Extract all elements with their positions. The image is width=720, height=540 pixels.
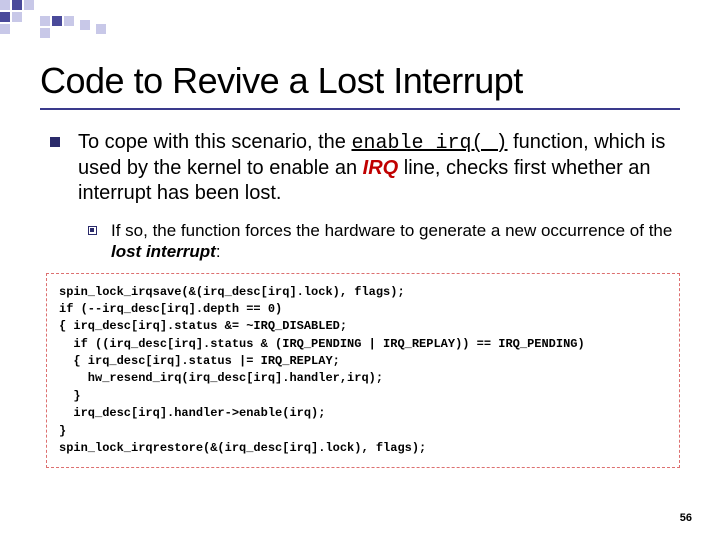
deco-square — [80, 20, 90, 30]
code-line: } — [59, 388, 667, 405]
emphasis-red: IRQ — [363, 157, 399, 179]
deco-square — [0, 24, 10, 34]
deco-square — [40, 28, 50, 38]
deco-square — [0, 0, 10, 10]
deco-square — [24, 0, 34, 10]
deco-square — [40, 16, 50, 26]
code-line: { irq_desc[irq].status |= IRQ_REPLAY; — [59, 353, 667, 370]
deco-square — [12, 12, 22, 22]
code-line: { irq_desc[irq].status &= ~IRQ_DISABLED; — [59, 318, 667, 335]
deco-square — [64, 16, 74, 26]
corner-decoration — [0, 0, 140, 40]
sub-bullet-text: If so, the function forces the hardware … — [111, 220, 680, 263]
text-fragment: : — [216, 242, 221, 261]
code-line: if ((irq_desc[irq].status & (IRQ_PENDING… — [59, 336, 667, 353]
deco-square — [12, 0, 22, 10]
bullet-item: To cope with this scenario, the enable_i… — [50, 130, 680, 206]
emphasis-italic: lost interrupt — [111, 242, 216, 261]
slide-content: To cope with this scenario, the enable_i… — [50, 130, 680, 468]
code-line: } — [59, 423, 667, 440]
page-number: 56 — [680, 512, 692, 524]
deco-square — [52, 16, 62, 26]
bullet-text: To cope with this scenario, the enable_i… — [78, 130, 680, 206]
code-block: spin_lock_irqsave(&(irq_desc[irq].lock),… — [46, 273, 680, 469]
text-fragment: If so, the function forces the hardware … — [111, 221, 672, 240]
hollow-square-bullet-icon — [88, 226, 97, 235]
code-line: if (--irq_desc[irq].depth == 0) — [59, 301, 667, 318]
deco-square — [0, 12, 10, 22]
code-line: spin_lock_irqrestore(&(irq_desc[irq].loc… — [59, 440, 667, 457]
title-underline — [40, 108, 680, 110]
deco-square — [96, 24, 106, 34]
code-line: spin_lock_irqsave(&(irq_desc[irq].lock),… — [59, 284, 667, 301]
sub-bullet-item: If so, the function forces the hardware … — [88, 220, 680, 263]
slide-title: Code to Revive a Lost Interrupt — [40, 60, 680, 102]
square-bullet-icon — [50, 137, 60, 147]
code-function-name: enable_irq( ) — [351, 132, 507, 155]
code-line: hw_resend_irq(irq_desc[irq].handler,irq)… — [59, 370, 667, 387]
code-line: irq_desc[irq].handler->enable(irq); — [59, 405, 667, 422]
text-fragment: To cope with this scenario, the — [78, 131, 351, 153]
